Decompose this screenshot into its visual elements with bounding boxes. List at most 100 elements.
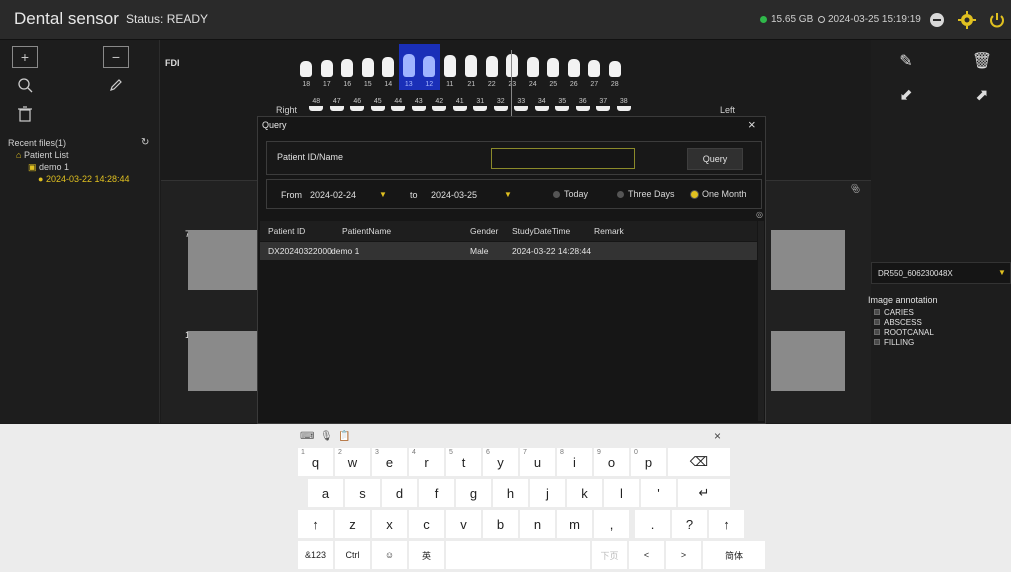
key-row3-7[interactable]: m — [557, 510, 592, 538]
key-4[interactable]: g — [456, 479, 491, 507]
key-t[interactable]: t5 — [446, 448, 481, 476]
tooth-23[interactable]: 23 — [502, 44, 523, 90]
tooth-13[interactable]: 13 — [398, 44, 419, 90]
key-8[interactable]: l — [604, 479, 639, 507]
key-row3-9[interactable]: . — [635, 510, 670, 538]
shift-key[interactable]: ↑ — [709, 510, 744, 538]
key-6[interactable]: j — [530, 479, 565, 507]
backspace-key[interactable]: ⌫ — [668, 448, 730, 476]
tooth-42[interactable]: 42 — [429, 98, 450, 111]
key-row3-10[interactable]: ? — [672, 510, 707, 538]
key-0[interactable]: a — [308, 479, 343, 507]
key-row3-4[interactable]: v — [446, 510, 481, 538]
key-i[interactable]: i8 — [557, 448, 592, 476]
tooth-14[interactable]: 14 — [378, 44, 399, 90]
tooth-27[interactable]: 27 — [584, 44, 605, 90]
tooth-25[interactable]: 25 — [543, 44, 564, 90]
key-o[interactable]: o9 — [594, 448, 629, 476]
tooth-33[interactable]: 33 — [511, 98, 532, 111]
add-button[interactable]: + — [12, 46, 38, 68]
export-button[interactable]: ⬈ — [971, 84, 993, 106]
annotation-item[interactable]: FILLING — [874, 337, 938, 347]
key-row4-6[interactable]: < — [629, 541, 664, 569]
key-row3-2[interactable]: x — [372, 510, 407, 538]
shift-key[interactable]: ↑ — [298, 510, 333, 538]
tooth-47[interactable]: 47 — [327, 98, 348, 111]
tooth-24[interactable]: 24 — [523, 44, 544, 90]
key-5[interactable]: h — [493, 479, 528, 507]
to-date-dropdown-icon[interactable]: ▼ — [504, 190, 512, 199]
key-row3-8[interactable]: , — [594, 510, 629, 538]
tooth-48[interactable]: 48 — [306, 98, 327, 111]
key-e[interactable]: e3 — [372, 448, 407, 476]
tooth-45[interactable]: 45 — [368, 98, 389, 111]
col-patient-name[interactable]: PatientName — [342, 226, 391, 236]
keyboard-icon[interactable]: ⌨ — [300, 431, 314, 442]
key-row3-1[interactable]: z — [335, 510, 370, 538]
space-key[interactable] — [446, 541, 590, 569]
key-9[interactable]: ' — [641, 479, 676, 507]
tooth-22[interactable]: 22 — [482, 44, 503, 90]
col-remark[interactable]: Remark — [594, 226, 624, 236]
annotation-item[interactable]: ROOTCANAL — [874, 327, 938, 337]
annotation-item[interactable]: ABSCESS — [874, 317, 938, 327]
image-slot[interactable] — [771, 230, 845, 290]
key-y[interactable]: y6 — [483, 448, 518, 476]
tooth-46[interactable]: 46 — [347, 98, 368, 111]
device-select[interactable]: DR550_606230048X ▼ — [871, 262, 1011, 284]
tooth-18[interactable]: 18 — [296, 44, 317, 90]
delete-image-button[interactable]: 🗑 — [971, 50, 993, 72]
col-patient-id[interactable]: Patient ID — [268, 226, 305, 236]
radio-one-month[interactable]: One Month — [691, 189, 747, 199]
key-r[interactable]: r4 — [409, 448, 444, 476]
keyboard-close-button[interactable]: × — [714, 429, 721, 443]
minus-button[interactable]: − — [103, 46, 129, 68]
key-row4-8[interactable]: 简体 — [703, 541, 765, 569]
edit-button[interactable] — [103, 74, 129, 96]
query-button[interactable]: Query — [687, 148, 743, 170]
tooth-35[interactable]: 35 — [552, 98, 573, 111]
tooth-17[interactable]: 17 — [317, 44, 338, 90]
tooth-11[interactable]: 11 — [440, 44, 461, 90]
minimize-button[interactable] — [930, 13, 944, 27]
search-button[interactable] — [12, 74, 38, 96]
table-scrollbar[interactable] — [758, 221, 764, 421]
tooth-31[interactable]: 31 — [470, 98, 491, 111]
key-u[interactable]: u7 — [520, 448, 555, 476]
tooth-28[interactable]: 28 — [605, 44, 626, 90]
clipboard-icon[interactable]: 📋 — [338, 431, 350, 442]
from-date[interactable]: 2024-02-24 — [310, 190, 356, 200]
key-row4-5[interactable]: 下页 — [592, 541, 627, 569]
mic-icon[interactable]: 🎙 — [320, 431, 333, 442]
import-button[interactable]: ⬋ — [895, 84, 917, 106]
tooth-15[interactable]: 15 — [358, 44, 379, 90]
radio-today[interactable]: Today — [553, 189, 588, 199]
tooth-21[interactable]: 21 — [461, 44, 482, 90]
key-w[interactable]: w2 — [335, 448, 370, 476]
tree-study[interactable]: ● 2024-03-22 14:28:44 — [8, 173, 158, 185]
key-row4-1[interactable]: Ctrl — [335, 541, 370, 569]
tooth-34[interactable]: 34 — [532, 98, 553, 111]
image-slot[interactable] — [188, 331, 258, 391]
key-row4-3[interactable]: 英 — [409, 541, 444, 569]
tooth-37[interactable]: 37 — [593, 98, 614, 111]
key-p[interactable]: p0 — [631, 448, 666, 476]
to-date[interactable]: 2024-03-25 — [431, 190, 477, 200]
col-study-datetime[interactable]: StudyDateTime — [512, 226, 570, 236]
from-date-dropdown-icon[interactable]: ▼ — [379, 190, 387, 199]
radio-three-days[interactable]: Three Days — [617, 189, 675, 199]
enter-key[interactable]: ↵ — [678, 479, 730, 507]
key-2[interactable]: d — [382, 479, 417, 507]
tooth-16[interactable]: 16 — [337, 44, 358, 90]
patient-search-input[interactable] — [491, 148, 635, 169]
key-row4-2[interactable]: ☺ — [372, 541, 407, 569]
tooth-32[interactable]: 32 — [491, 98, 512, 111]
tooth-36[interactable]: 36 — [573, 98, 594, 111]
dialog-close-button[interactable]: × — [748, 117, 756, 132]
tooth-41[interactable]: 41 — [450, 98, 471, 111]
tree-patient[interactable]: ▣ demo 1 — [8, 161, 158, 173]
image-slot[interactable] — [188, 230, 258, 290]
key-row3-6[interactable]: n — [520, 510, 555, 538]
key-row4-7[interactable]: > — [666, 541, 701, 569]
delete-button[interactable] — [12, 103, 38, 125]
